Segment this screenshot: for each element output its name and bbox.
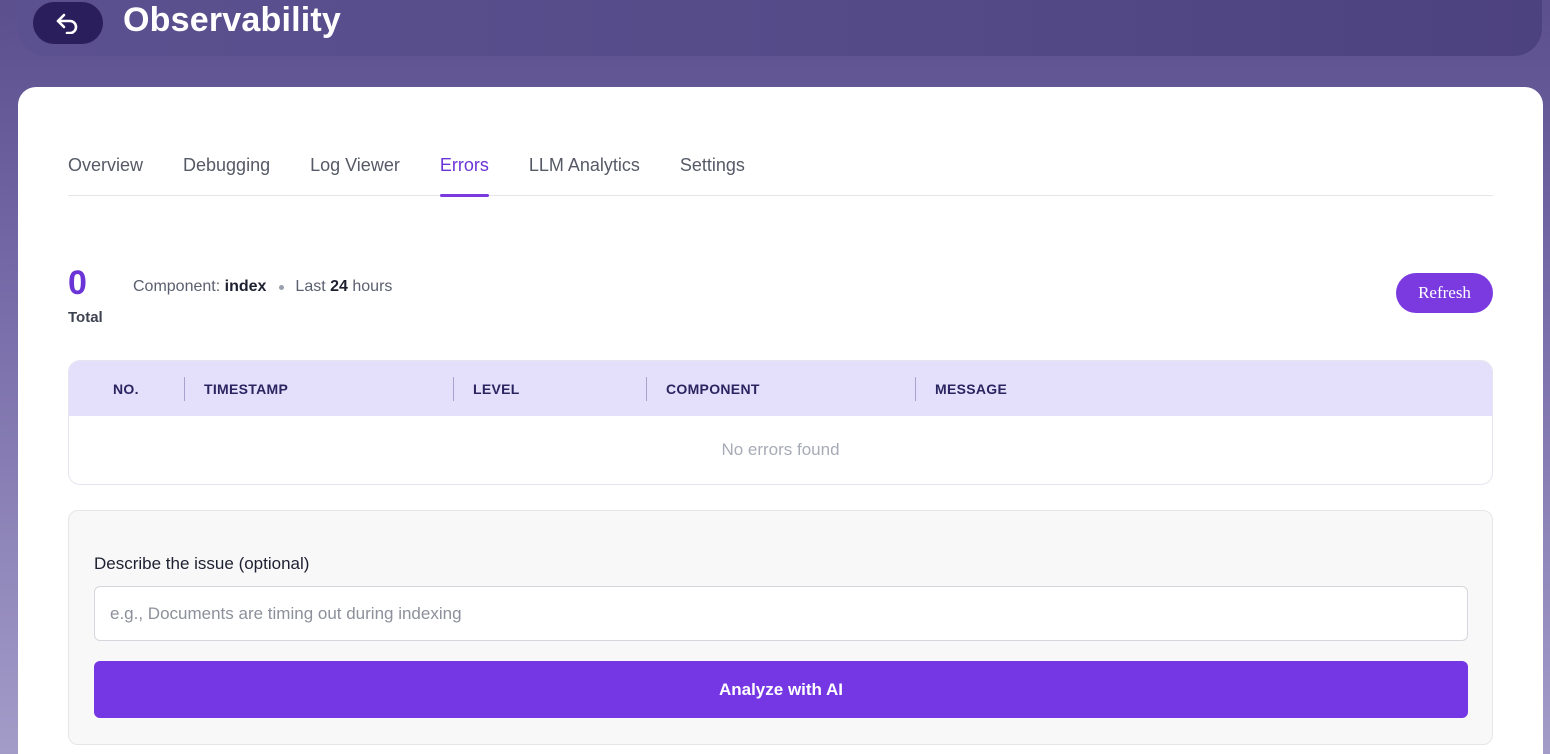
column-divider — [646, 377, 647, 401]
total-label: Total — [68, 309, 103, 326]
tab-bar: Overview Debugging Log Viewer Errors LLM… — [68, 139, 1493, 197]
tab-overview[interactable]: Overview — [68, 139, 143, 196]
tab-debugging[interactable]: Debugging — [183, 139, 270, 196]
main-card: Overview Debugging Log Viewer Errors LLM… — [18, 87, 1543, 754]
tab-settings[interactable]: Settings — [680, 139, 745, 196]
column-header-timestamp: TIMESTAMP — [204, 380, 289, 397]
separator-dot — [279, 284, 285, 290]
analyze-panel: Describe the issue (optional) Analyze wi… — [68, 510, 1493, 745]
tab-log-viewer[interactable]: Log Viewer — [310, 139, 400, 196]
column-divider — [184, 377, 185, 401]
tab-errors[interactable]: Errors — [439, 139, 489, 197]
total-count: 0 — [68, 264, 87, 302]
range-suffix: hours — [352, 278, 393, 295]
column-header-level: LEVEL — [473, 380, 520, 397]
refresh-button[interactable]: Refresh — [1396, 273, 1493, 313]
errors-table: NO. TIMESTAMP LEVEL COMPONENT MESSAGE No… — [68, 360, 1493, 485]
empty-state-text: No errors found — [721, 440, 840, 459]
issue-label: Describe the issue (optional) — [94, 554, 310, 573]
column-header-component: COMPONENT — [666, 380, 760, 397]
range-value: 24 — [330, 278, 348, 295]
range-prefix: Last — [295, 278, 326, 295]
component-prefix: Component: — [133, 278, 221, 295]
app-header: Observability — [18, 0, 1542, 56]
back-arrow-icon — [56, 13, 78, 34]
component-value: index — [224, 278, 267, 295]
back-button[interactable] — [33, 2, 103, 44]
column-header-no: NO. — [113, 380, 139, 397]
issue-description-input[interactable] — [94, 586, 1468, 641]
column-header-message: MESSAGE — [935, 380, 1008, 397]
column-divider — [915, 377, 916, 401]
filter-summary: Component: index Last 24 hours — [133, 278, 392, 296]
tab-llm-analytics[interactable]: LLM Analytics — [529, 139, 640, 196]
table-header: NO. TIMESTAMP LEVEL COMPONENT MESSAGE — [69, 361, 1492, 416]
analyze-with-ai-button[interactable]: Analyze with AI — [94, 661, 1468, 718]
column-divider — [453, 377, 454, 401]
error-total: 0 Total — [68, 263, 103, 326]
page-title: Observability — [123, 1, 342, 39]
